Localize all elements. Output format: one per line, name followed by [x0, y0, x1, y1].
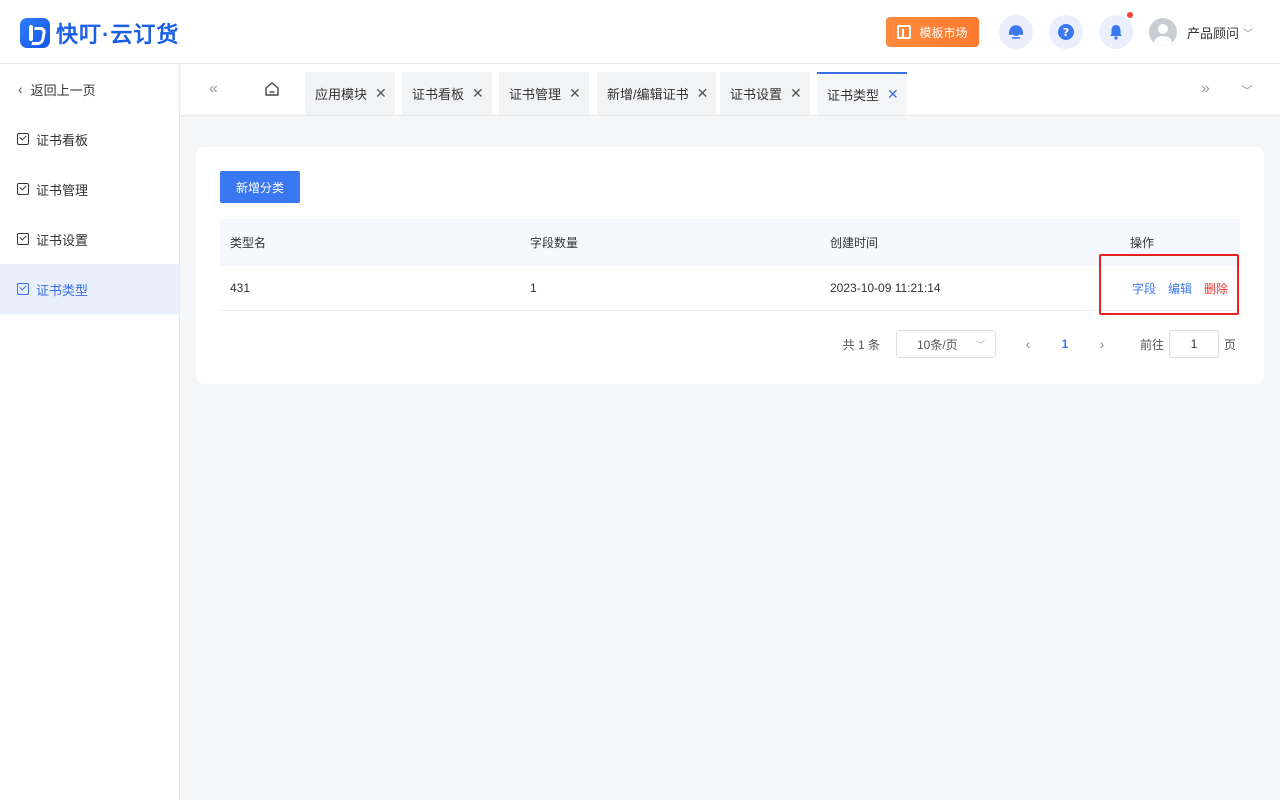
tab-cert-types[interactable]: 证书类型 ✕ [817, 72, 907, 115]
table-row: 431 1 2023-10-09 11:21:14 字段 编辑 删除 [220, 266, 1240, 311]
sidebar-item-label: 证书设置 [36, 232, 89, 248]
page-size-select[interactable]: 10条/页 ﹀ [895, 330, 996, 358]
prev-page-button[interactable]: ‹ [1016, 336, 1040, 352]
page-suffix: 页 [1223, 337, 1236, 352]
notification-dot [1127, 12, 1133, 18]
checkbox-icon [17, 233, 29, 245]
tab-cert-board[interactable]: 证书看板 ✕ [402, 72, 492, 115]
notification-button[interactable] [1099, 12, 1133, 49]
bell-icon [1110, 25, 1122, 40]
top-header: 快叮·云订货 模板市场 ? 产品顾问 ﹀ [0, 0, 1280, 64]
sidebar: ‹ 返回上一页 证书看板 证书管理 证书设置 证书类型 [0, 64, 180, 800]
logo-text: 快叮·云订货 [56, 22, 180, 47]
logo-icon [20, 18, 50, 48]
svg-text:?: ? [1063, 26, 1069, 39]
close-icon[interactable]: ✕ [375, 85, 387, 102]
highlight-box [1099, 254, 1239, 315]
checkbox-icon [17, 133, 29, 145]
template-market-button[interactable]: 模板市场 [886, 17, 979, 47]
tab-cert-settings[interactable]: 证书设置 ✕ [720, 72, 810, 115]
chevron-left-icon: ‹ [18, 81, 23, 97]
tab-label: 应用模块 [315, 87, 368, 102]
sidebar-item-label: 证书看板 [36, 132, 89, 148]
sidebar-item-cert-types[interactable]: 证书类型 [0, 264, 179, 314]
pagination: 共 1 条 10条/页 ﹀ ‹ 1 › 前往 1 页 [843, 330, 1236, 358]
scroll-right-icon[interactable]: » [1201, 80, 1210, 98]
header-field-count: 字段数量 [530, 236, 579, 250]
back-button[interactable]: ‹ 返回上一页 [0, 64, 179, 114]
tab-cert-manage[interactable]: 证书管理 ✕ [499, 72, 589, 115]
table-header: 类型名 字段数量 创建时间 操作 [220, 219, 1240, 266]
home-icon[interactable] [263, 80, 281, 98]
logo[interactable]: 快叮·云订货 [20, 17, 179, 49]
total-count: 共 1 条 [842, 337, 880, 352]
next-page-button[interactable]: › [1090, 336, 1114, 352]
cell-field-count: 1 [530, 281, 537, 295]
chevron-down-icon: ﹀ [975, 339, 985, 350]
close-icon[interactable]: ✕ [790, 85, 802, 102]
tab-label: 证书看板 [412, 87, 465, 102]
goto-page-input[interactable]: 1 [1168, 330, 1219, 358]
close-icon[interactable]: ✕ [569, 85, 581, 102]
sidebar-item-cert-manage[interactable]: 证书管理 [0, 164, 179, 214]
tab-label: 证书类型 [827, 88, 880, 103]
page-size-value: 10条/页 [916, 337, 958, 352]
tab-bar: « 应用模块 ✕ 证书看板 ✕ 证书管理 ✕ 新增/编辑证书 ✕ 证书设置 ✕ … [181, 64, 1280, 116]
cell-type-name: 431 [230, 281, 251, 295]
tab-label: 证书管理 [509, 87, 562, 102]
sidebar-item-label: 证书类型 [36, 282, 89, 298]
help-button[interactable]: ? [1049, 15, 1083, 49]
goto-label: 前往 [1139, 337, 1164, 352]
customer-service-button[interactable] [999, 15, 1033, 49]
back-label: 返回上一页 [30, 82, 96, 98]
close-icon[interactable]: ✕ [697, 85, 709, 102]
help-icon: ? [1058, 24, 1074, 40]
template-icon [897, 25, 912, 39]
sidebar-item-cert-settings[interactable]: 证书设置 [0, 214, 179, 264]
template-market-label: 模板市场 [919, 25, 968, 40]
checkbox-icon [17, 283, 29, 295]
close-icon[interactable]: ✕ [472, 85, 484, 102]
cell-created-time: 2023-10-09 11:21:14 [830, 281, 941, 295]
close-icon[interactable]: ✕ [887, 86, 899, 103]
page-number[interactable]: 1 [1050, 337, 1080, 351]
chevron-down-icon[interactable]: ﹀ [1241, 82, 1253, 99]
cert-type-table: 类型名 字段数量 创建时间 操作 431 1 2023-10-09 11:21:… [220, 219, 1240, 311]
tab-label: 新增/编辑证书 [607, 87, 689, 102]
header-type-name: 类型名 [230, 236, 267, 250]
scroll-left-icon[interactable]: « [209, 80, 218, 98]
sidebar-item-cert-board[interactable]: 证书看板 [0, 114, 179, 164]
user-name: 产品顾问 [1187, 25, 1240, 41]
chevron-down-icon: ﹀ [1243, 28, 1254, 40]
sidebar-item-label: 证书管理 [36, 182, 89, 198]
tab-label: 证书设置 [730, 87, 783, 102]
tab-app-modules[interactable]: 应用模块 ✕ [305, 72, 395, 115]
user-menu[interactable]: 产品顾问 ﹀ [1149, 18, 1253, 46]
header-created-time: 创建时间 [830, 236, 879, 250]
header-actions: 操作 [1130, 236, 1155, 250]
add-category-button[interactable]: 新增分类 [220, 171, 300, 203]
checkbox-icon [17, 183, 29, 195]
tab-add-edit-cert[interactable]: 新增/编辑证书 ✕ [597, 72, 717, 115]
avatar [1149, 18, 1177, 46]
customer-service-icon [1009, 25, 1023, 39]
